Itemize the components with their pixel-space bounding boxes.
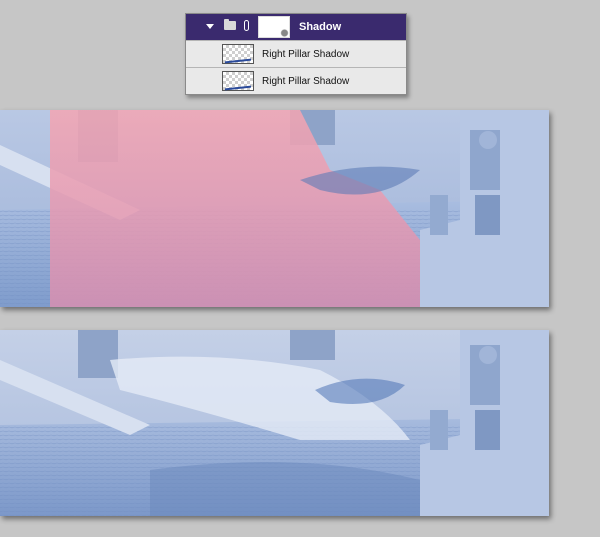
layer-group-label: Shadow xyxy=(299,21,342,33)
layer-row[interactable]: Right Pillar Shadow xyxy=(186,40,406,67)
mask-thumbnail[interactable] xyxy=(258,16,290,38)
expand-arrow-icon[interactable] xyxy=(206,24,214,29)
layer-group-shadow[interactable]: Shadow xyxy=(186,14,406,40)
layer-thumbnail[interactable] xyxy=(222,44,254,64)
folder-icon xyxy=(224,19,236,30)
layer-label: Right Pillar Shadow xyxy=(262,76,350,87)
layer-thumbnail[interactable] xyxy=(222,71,254,91)
layers-panel: Shadow Right Pillar Shadow Right Pillar … xyxy=(185,13,407,95)
scene-image xyxy=(0,330,549,516)
scene-image xyxy=(0,110,549,307)
link-icon[interactable] xyxy=(244,20,249,31)
canvas-before xyxy=(0,110,549,307)
layer-label: Right Pillar Shadow xyxy=(262,49,350,60)
layer-row[interactable]: Right Pillar Shadow xyxy=(186,67,406,94)
canvas-after xyxy=(0,330,549,516)
